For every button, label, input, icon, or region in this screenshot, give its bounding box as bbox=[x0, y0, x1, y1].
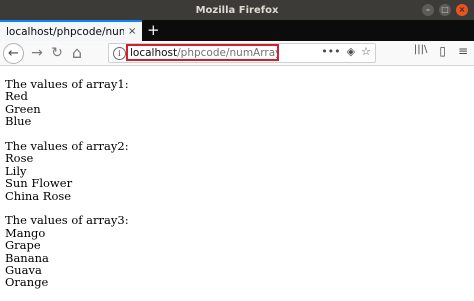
toolbar-right: |||\ ▯ ≡ bbox=[414, 44, 468, 58]
url-text[interactable]: localhost/phpcode/numArray.php bbox=[126, 44, 279, 61]
tab-title: localhost/phpcode/numArra bbox=[6, 25, 124, 38]
close-window-icon[interactable]: × bbox=[456, 4, 468, 16]
array2-block: The values of array2: Rose Lily Sun Flow… bbox=[5, 140, 129, 202]
minimize-icon[interactable]: – bbox=[422, 4, 434, 16]
list-item: Rose bbox=[5, 151, 34, 166]
list-item: Orange bbox=[5, 275, 49, 290]
url-host: localhost bbox=[130, 46, 178, 59]
list-item: Red bbox=[5, 89, 28, 104]
maximize-icon[interactable]: □ bbox=[439, 4, 451, 16]
page-content: The values of array1: Red Green Blue The… bbox=[5, 78, 129, 301]
back-button[interactable]: ← bbox=[3, 43, 24, 64]
bookmark-star-icon[interactable]: ☆ bbox=[361, 45, 371, 58]
array3-block: The values of array3: Mango Grape Banana… bbox=[5, 213, 129, 290]
home-button[interactable]: ⌂ bbox=[68, 44, 86, 62]
forward-button[interactable]: → bbox=[28, 44, 46, 62]
page-actions-icon[interactable]: ••• bbox=[321, 45, 340, 58]
list-item: Grape bbox=[5, 238, 41, 253]
window-title: Mozilla Firefox bbox=[195, 4, 279, 16]
tab-numarray[interactable]: localhost/phpcode/numArra × bbox=[0, 20, 142, 41]
list-item: Blue bbox=[5, 114, 32, 129]
library-icon[interactable]: |||\ bbox=[414, 44, 427, 58]
url-bar[interactable]: i localhost/phpcode/numArray.php ••• ◈ ☆ bbox=[108, 43, 376, 63]
array3-heading: The values of array3: bbox=[5, 213, 129, 228]
pocket-icon[interactable]: ◈ bbox=[347, 45, 355, 58]
array1-block: The values of array1: Red Green Blue bbox=[5, 78, 129, 128]
new-tab-button[interactable]: + bbox=[147, 21, 160, 39]
window-controls: – □ × bbox=[422, 4, 468, 16]
url-actions: ••• ◈ ☆ bbox=[321, 45, 371, 58]
reload-button[interactable]: ↻ bbox=[48, 44, 66, 62]
navigation-toolbar: ← → ↻ ⌂ i localhost/phpcode/numArray.php… bbox=[0, 41, 474, 66]
list-item: China Rose bbox=[5, 188, 72, 203]
url-path: /phpcode/numArray.php bbox=[177, 46, 277, 59]
site-info-icon[interactable]: i bbox=[113, 47, 126, 60]
tab-strip: localhost/phpcode/numArra × + bbox=[0, 20, 474, 41]
list-item: Sun Flower bbox=[5, 176, 73, 191]
window-titlebar: Mozilla Firefox – □ × bbox=[0, 0, 474, 20]
menu-icon[interactable]: ≡ bbox=[458, 44, 468, 58]
sidebar-icon[interactable]: ▯ bbox=[439, 44, 446, 58]
tab-close-icon[interactable]: × bbox=[128, 26, 136, 37]
